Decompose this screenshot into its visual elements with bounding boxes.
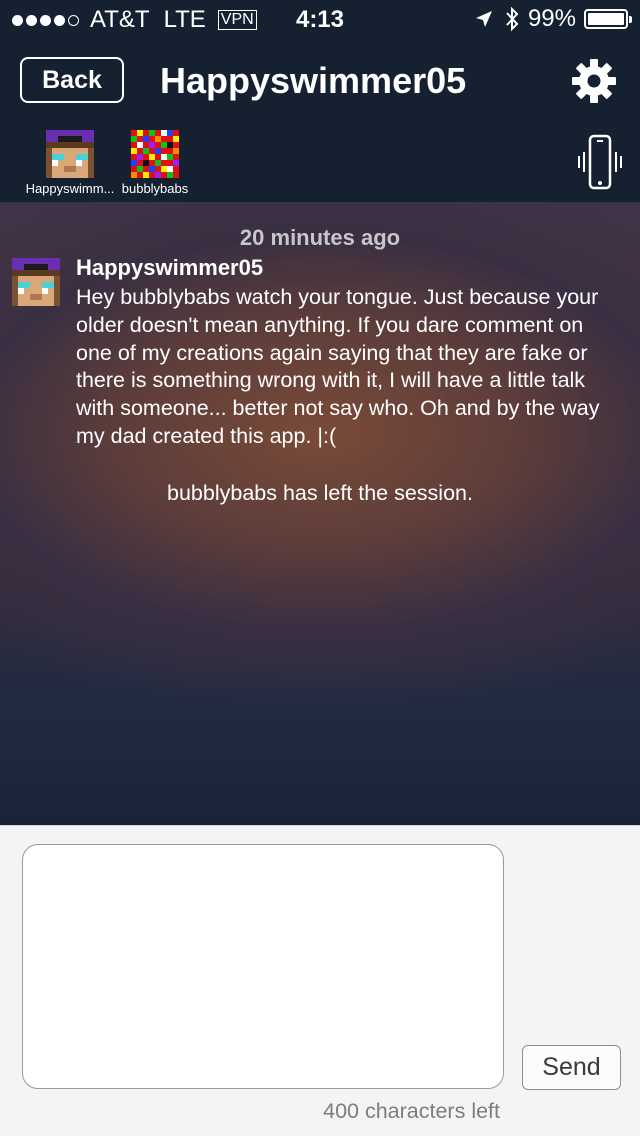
participants-bar: Happyswimm... bubblybabs <box>0 122 640 203</box>
bluetooth-icon <box>506 6 519 32</box>
message-author[interactable]: Happyswimmer05 <box>76 255 263 281</box>
phone-vibrate-icon[interactable] <box>578 134 622 190</box>
nav-bar: Back Happyswimmer05 <box>0 40 640 122</box>
page-title: Happyswimmer05 <box>160 60 467 101</box>
participant-name: Happyswimm... <box>25 181 115 196</box>
back-button[interactable]: Back <box>20 57 124 103</box>
status-right: 99% <box>474 5 632 33</box>
message-timestamp: 20 minutes ago <box>239 225 401 250</box>
participant-happyswimmer05[interactable]: Happyswimm... <box>22 130 118 196</box>
participant-name: bubblybabs <box>121 181 189 196</box>
system-message: bubblybabs has left the session. <box>167 481 473 505</box>
chat-area[interactable]: 20 minutes ago Happyswimmer05 Hey bubbly… <box>0 203 640 825</box>
characters-left-counter: 400 characters left <box>323 1099 500 1123</box>
message-text: Hey bubblybabs watch your tongue. Just b… <box>76 285 600 448</box>
composer: Send 400 characters left <box>0 825 640 1136</box>
avatar <box>12 258 60 306</box>
location-arrow-icon <box>475 11 492 27</box>
battery-percent: 99% <box>527 5 576 32</box>
send-button[interactable]: Send <box>522 1045 621 1090</box>
battery-fill <box>588 13 624 25</box>
participant-bubblybabs[interactable]: bubblybabs <box>107 130 203 196</box>
message-input[interactable] <box>22 844 504 1089</box>
gear-icon[interactable] <box>570 57 618 105</box>
battery-icon <box>584 9 632 29</box>
avatar <box>131 130 179 178</box>
status-bar: AT&T LTE VPN 4:13 99% <box>0 0 640 40</box>
avatar <box>46 130 94 178</box>
